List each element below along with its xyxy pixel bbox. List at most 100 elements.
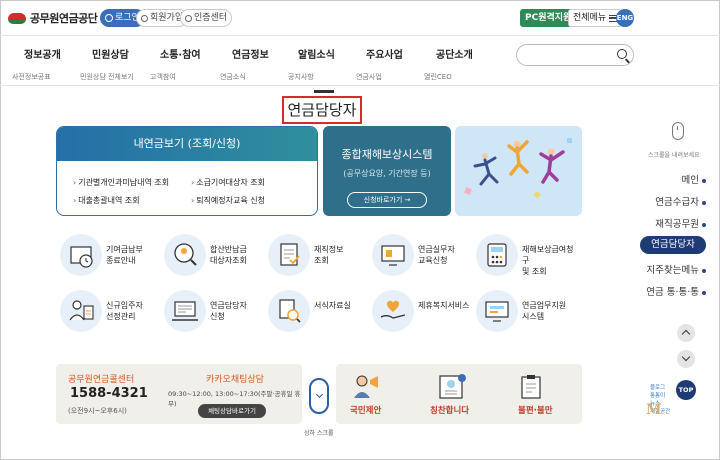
nav-sub-open-ceo[interactable]: 열린CEO xyxy=(424,72,452,82)
service-label-line2: 신청 xyxy=(210,312,225,321)
person-clipboard-icon xyxy=(69,300,94,321)
complaint-clipboard-icon xyxy=(521,375,541,399)
rail-item-main[interactable]: 메인 xyxy=(682,172,706,186)
service-label-line1: 연금실무자 xyxy=(418,245,455,254)
nav-item-about[interactable]: 공단소개 xyxy=(436,46,473,61)
page-title: 연금담당자 xyxy=(282,96,362,124)
nav-item-news[interactable]: 알림소식 xyxy=(298,46,335,61)
rail-item-pensioner[interactable]: 연금수급자 xyxy=(655,194,706,208)
rail-item-employee[interactable]: 재직공무원 xyxy=(655,216,706,230)
lock-icon xyxy=(105,14,113,22)
service-label-line2: 대상자조회 xyxy=(210,256,247,265)
certificate-icon xyxy=(185,14,192,22)
service-circle xyxy=(164,234,206,276)
rail-item-frequent[interactable]: 지주찾는메뉴 xyxy=(647,262,706,276)
megaphone-person-icon xyxy=(354,375,378,398)
nav-item-info-disclosure[interactable]: 정보공개 xyxy=(24,46,61,61)
link-retro-contribution[interactable]: 소급기여대상자 조회 xyxy=(191,177,265,188)
scroll-label: 상하 스크롤 xyxy=(304,430,334,437)
service-circle xyxy=(164,290,206,332)
service-staff-education[interactable]: 연금실무자교육신청 xyxy=(372,234,472,280)
disaster-card-title: 종합재해보상시스템 xyxy=(341,148,433,161)
nav-item-communication[interactable]: 소통·참여 xyxy=(160,46,201,61)
nav-sub-notice[interactable]: 공지사항 xyxy=(288,72,314,82)
service-contribution-end[interactable]: 기여금납부 종료안내 xyxy=(60,234,160,280)
service-label: 연금실무자교육신청 xyxy=(418,244,476,266)
nav-item-pension-info[interactable]: 연금정보 xyxy=(232,46,269,61)
service-label-line1: 서식자료실 xyxy=(314,301,351,310)
cert-label: 인증센터 xyxy=(194,13,228,23)
my-pension-card: 내연금보기 (조회/신청) 기관별개인과미납내역 조회 소급기여대상자 조회 대… xyxy=(56,126,318,216)
nav-sub-civil-all[interactable]: 민원상담 전체보기 xyxy=(80,72,134,82)
service-employment-info[interactable]: 재직정보 조회 xyxy=(268,234,368,280)
nav-sub-pension-news[interactable]: 연금소식 xyxy=(220,72,246,82)
disaster-compensation-card[interactable]: 종합재해보상시스템 (공무상요양, 기간연장 등) 신청바로가기 → xyxy=(323,126,451,216)
service-label-line2: 시스템 xyxy=(522,312,545,321)
rail-scroll-down-button[interactable] xyxy=(677,350,695,368)
laptop-form-icon xyxy=(172,301,198,321)
top-bar: 공무원연금공단 로그인 회원가입 인증센터 PC원격지원 전체메뉴 ENG xyxy=(0,0,720,36)
service-label: 연금업무지원시스템 xyxy=(522,300,580,322)
service-label-line2: 교육신청 xyxy=(418,256,448,265)
nav-sub-pension-biz[interactable]: 연금사업 xyxy=(356,72,382,82)
service-label-line1: 연금업무지원 xyxy=(522,301,567,310)
feedback-panel: 국민제안 칭찬합니다 불편·불만 xyxy=(336,364,582,424)
site-logo[interactable]: 공무원연금공단 xyxy=(8,10,98,26)
complaint-link[interactable]: 불편·불만 xyxy=(518,404,553,416)
service-label-line1: 재해보상급여청구 xyxy=(522,245,574,265)
nav-item-civil[interactable]: 민원상담 xyxy=(92,46,129,61)
service-welfare-partner[interactable]: 제휴복지서비스 xyxy=(372,290,472,336)
service-label: 합산반납금대상자조회 xyxy=(210,244,268,266)
callcenter-title: 공무원연금콜센터 xyxy=(68,375,135,385)
jumping-people-illustration xyxy=(464,138,572,199)
scroll-to-top-button[interactable]: TOP xyxy=(676,380,696,400)
kakao-chat-button[interactable]: 채팅상담바로가기 xyxy=(198,404,266,418)
mascot-logo: M xyxy=(646,402,662,418)
cert-center-button[interactable]: 인증센터 xyxy=(180,9,233,27)
clock-calendar-icon xyxy=(70,246,93,268)
service-disaster-claim[interactable]: 재해보상급여청구 및 조회 xyxy=(476,234,576,280)
service-label: 서식자료실 xyxy=(314,300,372,311)
praise-link[interactable]: 칭찬합니다 xyxy=(430,404,469,416)
document-check-icon xyxy=(280,243,300,266)
illustration-banner xyxy=(455,126,582,216)
service-circle xyxy=(268,234,310,276)
all-menu-button[interactable]: 전체메뉴 xyxy=(568,9,623,27)
service-staff-apply[interactable]: 연금담당자 신청 xyxy=(164,290,264,336)
service-circle xyxy=(372,234,414,276)
link-loan-history[interactable]: 대출총괄내역 조회 xyxy=(73,195,139,206)
service-label-line2: 조회 xyxy=(314,256,329,265)
rail-scroll-up-button[interactable] xyxy=(677,324,695,342)
english-button[interactable]: ENG xyxy=(616,9,634,27)
apply-shortcut-button[interactable]: 신청바로가기 → xyxy=(347,192,427,208)
proposal-link[interactable]: 국민제안 xyxy=(350,404,381,416)
disaster-card-subtitle: (공무상요양, 기간연장 등) xyxy=(343,169,431,178)
rail-item-active[interactable]: 연금담당자 xyxy=(640,236,706,254)
service-forms-library[interactable]: 서식자료실 xyxy=(268,290,368,336)
service-new-resident[interactable]: 신규임주자 선정관리 xyxy=(60,290,160,336)
link-unpaid-lookup[interactable]: 기관별개인과미납내역 조회 xyxy=(73,177,169,188)
scroll-down-button[interactable] xyxy=(309,378,329,414)
apply-shortcut-label: 신청바로가기 xyxy=(363,196,403,204)
service-label: 제휴복지서비스 xyxy=(418,300,476,311)
user-icon xyxy=(141,14,148,22)
service-circle xyxy=(268,290,310,332)
service-work-support-system[interactable]: 연금업무지원시스템 xyxy=(476,290,576,336)
kakao-title: 카카오채팅상담 xyxy=(206,375,264,385)
nav-sub-customer[interactable]: 고객참여 xyxy=(150,72,176,82)
calculator-icon xyxy=(487,243,507,267)
nav-sub-pre-disclosure[interactable]: 사전정보공표 xyxy=(12,72,51,82)
my-pension-card-title[interactable]: 내연금보기 (조회/신청) xyxy=(57,127,317,161)
service-label-line1: 합산반납금 xyxy=(210,245,247,254)
service-label: 재직정보 조회 xyxy=(314,244,372,266)
service-combined-refund[interactable]: 합산반납금대상자조회 xyxy=(164,234,264,280)
service-circle xyxy=(476,290,518,332)
service-circle xyxy=(476,234,518,276)
search-input[interactable] xyxy=(516,44,634,66)
search-icon[interactable] xyxy=(617,49,627,59)
rail-item-tongtong[interactable]: 연금 통·통·통 xyxy=(646,284,706,298)
join-label: 회원가입 xyxy=(150,13,184,23)
callcenter-number[interactable]: 1588-4321 xyxy=(70,386,148,401)
link-retirement-education[interactable]: 퇴직예정자교육 신청 xyxy=(191,195,265,206)
nav-item-business[interactable]: 주요사업 xyxy=(366,46,403,61)
